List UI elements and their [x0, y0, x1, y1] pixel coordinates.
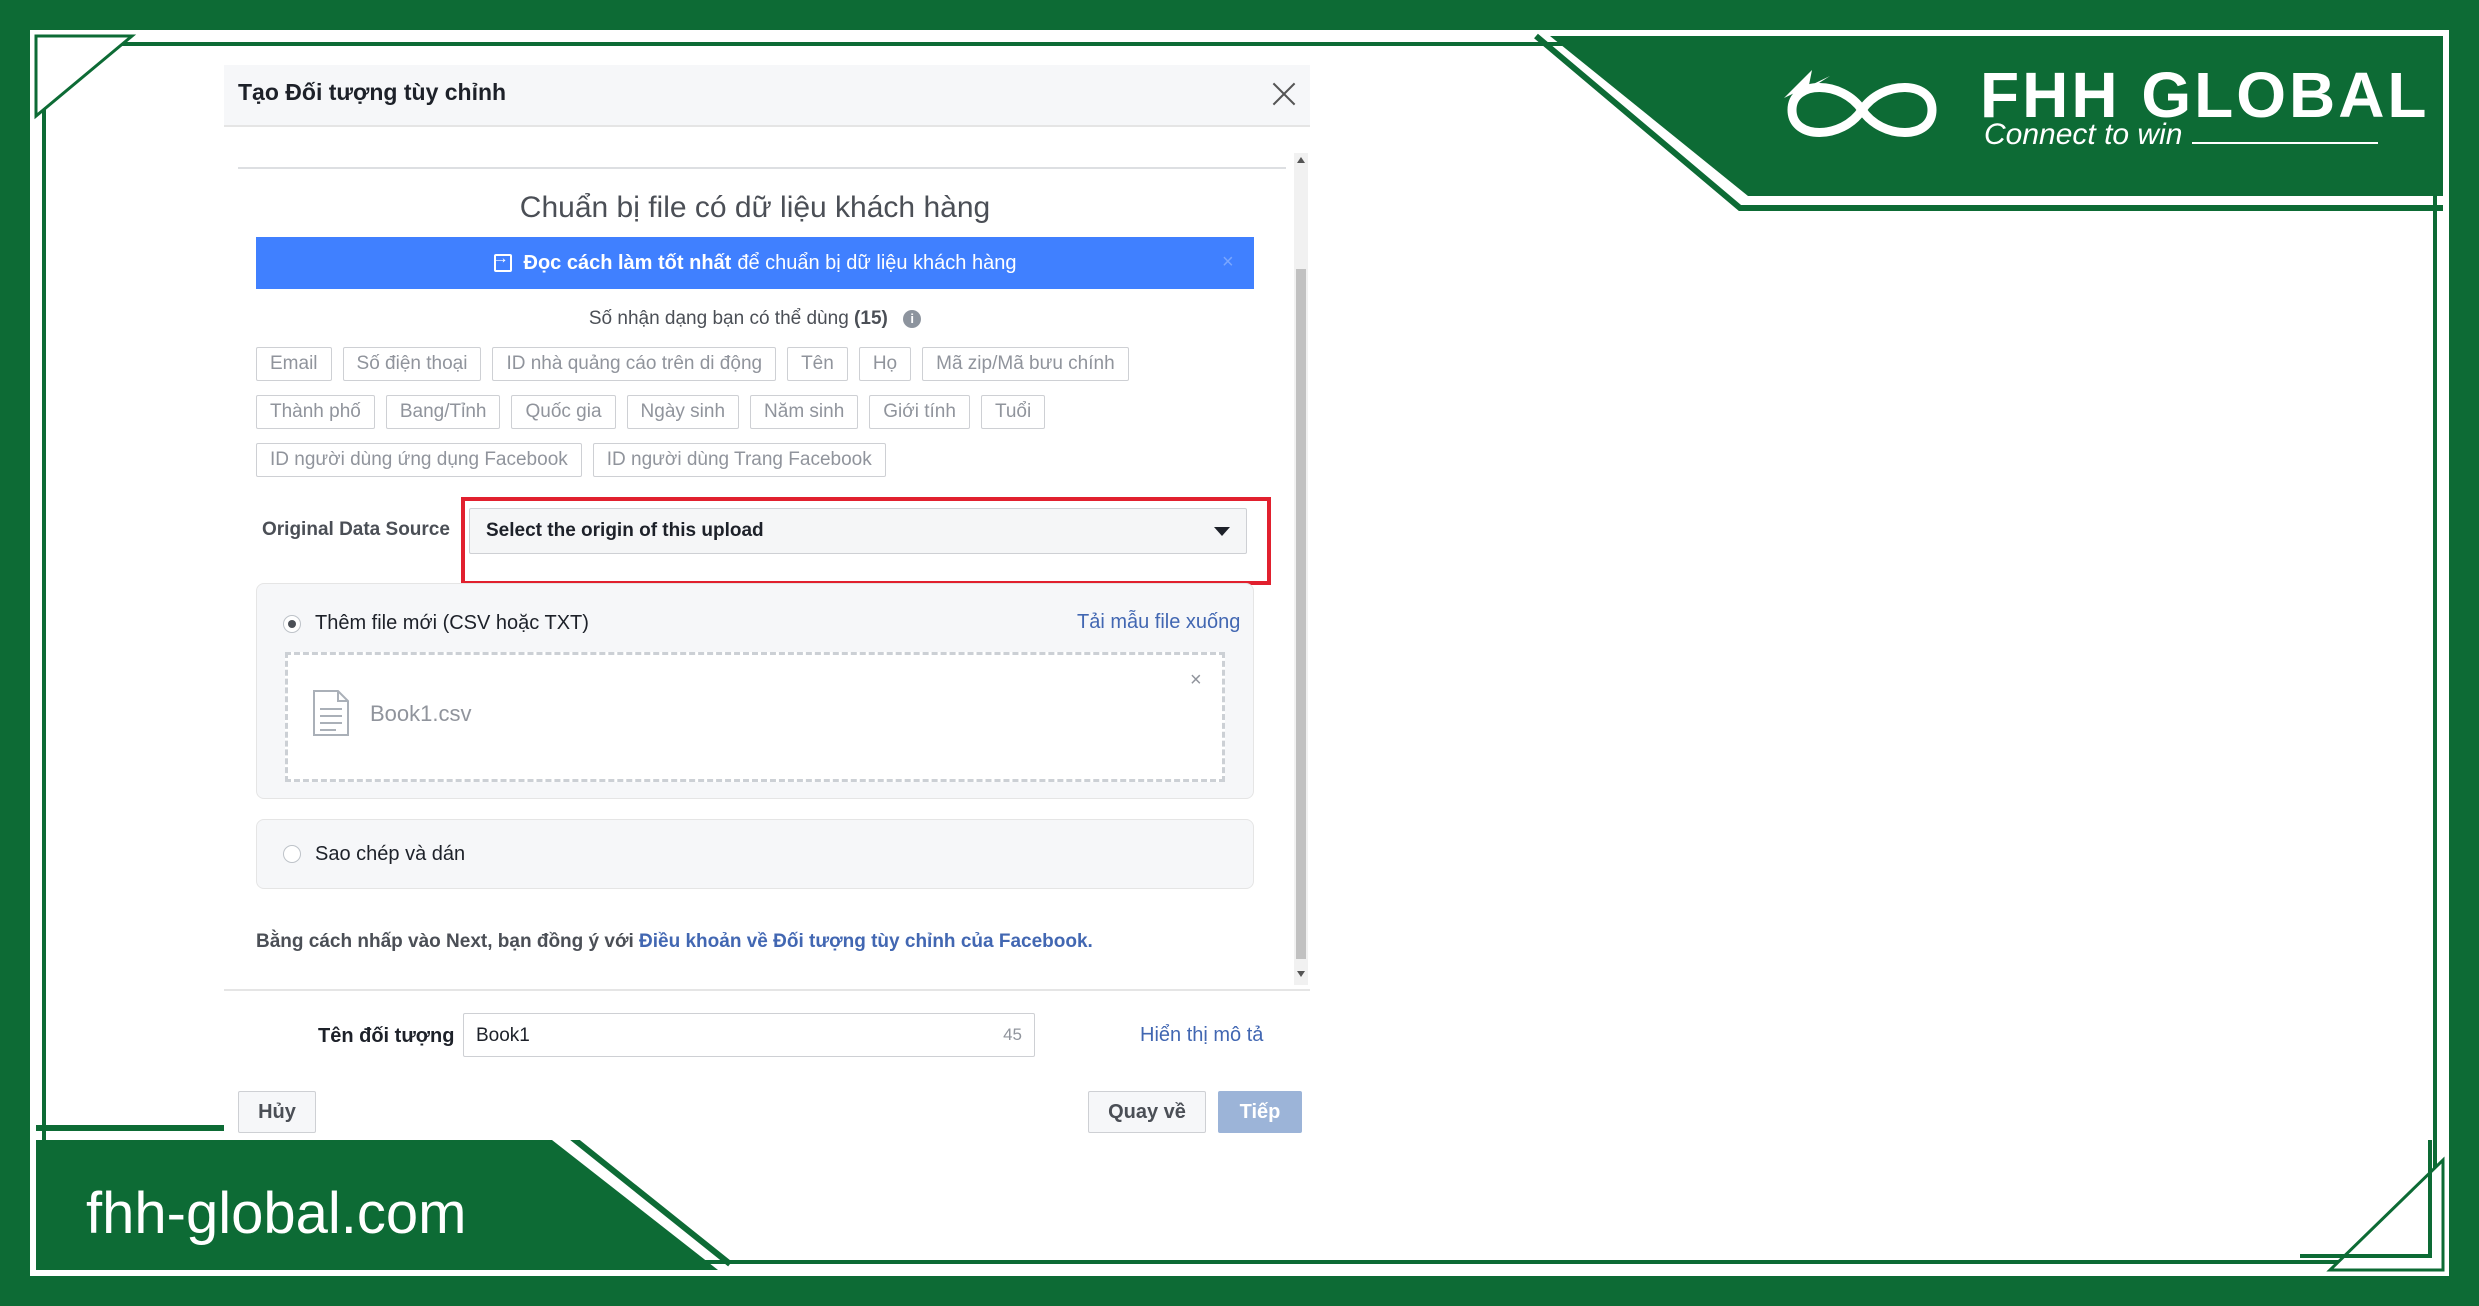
original-data-source-label: Original Data Source [262, 519, 450, 540]
footer-website: fhh-global.com [86, 1181, 467, 1246]
upload-file-option: Thêm file mới (CSV hoặc TXT) Tải mẫu fil… [256, 583, 1254, 799]
copy-paste-option[interactable]: Sao chép và dán [256, 819, 1254, 889]
audience-name-label: Tên đối tượng [318, 1025, 455, 1047]
identifier-row-3: ID người dùng ứng dụng Facebook ID người… [256, 443, 886, 477]
divider [224, 989, 1310, 991]
section-heading: Chuẩn bị file có dữ liệu khách hàng [519, 191, 991, 224]
cancel-button[interactable]: Hủy [238, 1091, 316, 1133]
uploaded-file-name: Book1.csv [370, 701, 472, 726]
best-practices-banner[interactable]: Đọc cách làm tốt nhất để chuẩn bị dữ liệ… [256, 237, 1254, 289]
copy-paste-radio[interactable] [283, 845, 301, 863]
download-template-link[interactable]: Tải mẫu file xuống [1077, 611, 1240, 634]
identifier-tag: Ngày sinh [626, 395, 740, 429]
info-icon[interactable]: i [903, 309, 922, 328]
identifier-tag: Năm sinh [750, 395, 859, 429]
copy-paste-label: Sao chép và dán [315, 843, 466, 865]
identifier-tag: Số điện thoại [342, 347, 482, 381]
upload-file-label: Thêm file mới (CSV hoặc TXT) [315, 612, 589, 634]
identifier-tag: Tên [787, 347, 848, 381]
terms-text: Bằng cách nhấp vào Next, bạn đồng ý với [256, 931, 634, 952]
identifier-types-text: Số nhận dạng bạn có thể dùng [588, 308, 849, 329]
identifier-tag: ID người dùng Trang Facebook [592, 443, 886, 477]
identifier-tag: Email [256, 347, 332, 381]
banner-close-icon[interactable]: × [1222, 251, 1234, 274]
scrollbar[interactable] [1294, 153, 1308, 985]
identifier-tag: Thành phố [256, 395, 375, 429]
identifier-tag: ID nhà quảng cáo trên di động [492, 347, 777, 381]
dialog-title: Tạo Đối tượng tùy chỉnh [238, 79, 507, 105]
brand-tagline-underline [2192, 142, 2378, 144]
audience-name-input[interactable]: Book1 45 [463, 1013, 1035, 1057]
scroll-down-icon[interactable] [1297, 971, 1305, 977]
banner-bold-text: Đọc cách làm tốt nhất [523, 251, 732, 274]
highlight-box [461, 497, 1271, 585]
external-link-icon [493, 250, 512, 272]
fhh-dragon-logo-icon [1784, 70, 1937, 137]
dialog-header: Tạo Đối tượng tùy chỉnh [224, 65, 1310, 127]
identifier-row-2: Thành phố Bang/Tỉnh Quốc gia Ngày sinh N… [256, 395, 1046, 429]
terms-link[interactable]: Điều khoản về Đối tượng tùy chỉnh của Fa… [639, 931, 1093, 952]
scroll-up-icon[interactable] [1297, 157, 1305, 163]
banner-text: để chuẩn bị dữ liệu khách hàng [737, 251, 1017, 274]
identifier-tag: Giới tính [869, 395, 970, 429]
identifier-tag: ID người dùng ứng dụng Facebook [256, 443, 582, 477]
identifier-tag: Họ [858, 347, 912, 381]
create-custom-audience-dialog: Tạo Đối tượng tùy chỉnh Chuẩn bị file có… [224, 65, 1310, 1140]
upload-file-radio[interactable] [283, 615, 301, 633]
brand-tagline: Connect to win [1984, 118, 2183, 151]
divider [238, 167, 1286, 169]
identifier-tag: Mã zip/Mã bưu chính [922, 347, 1129, 381]
audience-name-value: Book1 [476, 1025, 530, 1046]
identifier-tag: Tuổi [980, 395, 1046, 429]
character-counter: 45 [1003, 1025, 1022, 1044]
identifier-row-1: Email Số điện thoại ID nhà quảng cáo trê… [256, 347, 1129, 381]
show-description-link[interactable]: Hiển thị mô tả [1140, 1024, 1263, 1047]
close-icon[interactable] [1269, 79, 1299, 109]
remove-file-icon[interactable]: × [1190, 669, 1202, 692]
identifier-tag: Bang/Tỉnh [385, 395, 501, 429]
identifier-types-count: (15) [854, 308, 888, 329]
identifier-tag: Quốc gia [511, 395, 616, 429]
back-button[interactable]: Quay về [1088, 1091, 1206, 1133]
banner-content: Đọc cách làm tốt nhất để chuẩn bị dữ liệ… [256, 237, 1254, 289]
file-icon [313, 690, 349, 736]
next-button[interactable]: Tiếp [1218, 1091, 1302, 1133]
identifier-types-title: Số nhận dạng bạn có thể dùng (15) i [224, 308, 1286, 330]
terms-notice: Bằng cách nhấp vào Next, bạn đồng ý với … [256, 931, 1093, 953]
file-dropzone[interactable]: Book1.csv × [285, 652, 1225, 782]
scrollbar-thumb[interactable] [1296, 269, 1306, 959]
